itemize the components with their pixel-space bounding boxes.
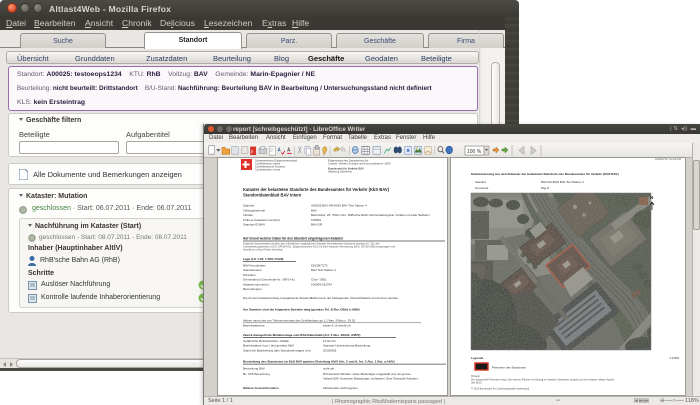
svg-text:100 %: 100 % xyxy=(467,149,482,155)
svg-text:betroffene in Bunt-Farbe hinte: betroffene in Bunt-Farbe hinterlegt. xyxy=(243,247,283,251)
svg-text:Parzellen: Parzellen xyxy=(243,273,256,277)
svg-text:B/Untersteht Werden: diese Bei: B/Untersteht Werden: diese Beilenlager e… xyxy=(323,372,411,376)
svg-text:Standortdatenblatt BAV Intern: Standortdatenblatt BAV Intern xyxy=(243,192,302,197)
svg-text:Standort-Untersuchung-Beurteil: Standort-Untersuchung-Beurteilung xyxy=(323,344,371,348)
svg-text:Vollzeit BAV Gutachter Beladun: Vollzeit BAV Gutachter Beladungen umfass… xyxy=(323,377,419,381)
svg-text:BAV: BAV xyxy=(311,208,317,212)
svg-text:BAV-GR-8029 BAV Test Station 4: BAV-GR-8029 BAV Test Station 4 xyxy=(541,180,584,184)
svg-text:Confederaziun svizra: Confederaziun svizra xyxy=(255,168,281,172)
svg-text:Frühere Katasternummer(n): Frühere Katasternummer(n) xyxy=(243,218,280,222)
svg-text:Inhaber: Inhaber xyxy=(243,213,253,217)
svg-text:A00025.BAV-GR-8029 BAV Test St: A00025.BAV-GR-8029 BAV Test Station 4 xyxy=(311,204,367,208)
svg-text:Rigi dr: Rigi dr xyxy=(541,186,549,190)
svg-text:Kataster der belasteten Stando: Kataster der belasteten Standorte des Bu… xyxy=(243,187,390,192)
svg-text:Katasternummer(n): Katasternummer(n) xyxy=(243,282,269,286)
svg-text:BAV-GR.: BAV-GR. xyxy=(311,223,323,227)
svg-text:Standortname: Standortname xyxy=(243,268,262,272)
svg-text:Zweck dazugehörte Meldevorlage: Zweck dazugehörte Meldevorlage zum BAV-D… xyxy=(243,333,360,337)
svg-text:Bv. KbS Bemerkung: Bv. KbS Bemerkung xyxy=(243,372,270,376)
svg-text:Auf Grund welcher Daten für de: Auf Grund welcher Daten für den Standort… xyxy=(243,237,344,241)
svg-text:GS-BAV-Nr. bs-bw.044: GS-BAV-Nr. bs-bw.044 xyxy=(655,158,682,161)
svg-text:© 2011 Bundesamt für Landestop: © 2011 Bundesamt für Landestopografie (s… xyxy=(471,388,529,391)
svg-text:bahnbetrieb nachzugeben: bahnbetrieb nachzugeben xyxy=(323,386,358,390)
svg-text:100009: 100009 xyxy=(311,218,321,222)
svg-text:nicht akt: nicht akt xyxy=(323,367,334,371)
svg-text:Der dargestellte Perimeter zei: Der dargestellte Perimeter zeigt, über w… xyxy=(471,379,615,382)
svg-text:1:2'500: 1:2'500 xyxy=(669,356,679,360)
svg-text:BAV Test Station 4: BAV Test Station 4 xyxy=(311,268,336,272)
svg-text:P: P xyxy=(251,149,254,154)
svg-text:Gemeinde: Gemeinde xyxy=(475,186,489,190)
svg-text:Perimeter des Standortes: Perimeter des Standortes xyxy=(492,366,527,370)
svg-text:Bemerkungen: Bemerkungen xyxy=(243,287,262,291)
svg-text:Betriebsdauer (von / bis) gemä: Betriebsdauer (von / bis) gemäss AltlV xyxy=(243,344,294,348)
svg-text:Vollzugsbehörde: Vollzugsbehörde xyxy=(243,208,266,212)
svg-text:Standort: Standort xyxy=(475,180,486,184)
svg-text:Legende: Legende xyxy=(471,356,484,360)
svg-text:Chur / 3901: Chur / 3901 xyxy=(311,278,327,282)
svg-text:Stand der Bearbeitung (des Sta: Stand der Bearbeitung (des Standorteintr… xyxy=(243,348,311,352)
svg-text:Beurteilung des Standortes im: Beurteilung des Standortes im KbS BAV ge… xyxy=(243,360,395,364)
svg-text:Aktiver name des von Teilnumme: Aktiver name des von Teilnummernbau des … xyxy=(243,319,356,323)
svg-text:N: N xyxy=(650,195,653,200)
svg-text:Abteilung Sicherheit: Abteilung Sicherheit xyxy=(328,170,352,174)
svg-text:Standort: Standort xyxy=(243,204,255,208)
svg-text:100009-232704: 100009-232704 xyxy=(311,282,332,286)
svg-text:Am Standort sind die folgenden: Am Standort sind die folgenden Betriebe … xyxy=(243,308,360,312)
svg-text:Beurteilung BAV: Beurteilung BAV xyxy=(243,367,265,371)
svg-text:Standort-ID BAV: Standort-ID BAV xyxy=(243,223,265,227)
svg-text:Gefährliche Betriebsstoffe / A: Gefährliche Betriebsstoffe / Abfälle xyxy=(243,339,289,343)
svg-text:(bei KbS).: (bei KbS). xyxy=(471,382,482,385)
svg-text:Umwelt, Verkehr, Energie und K: Umwelt, Verkehr, Energie und Kommunikati… xyxy=(328,162,391,166)
svg-text:Gemeinde(n) (Gemeinde-Nr. / BF: Gemeinde(n) (Gemeinde-Nr. / BFS-Nr.) xyxy=(243,278,295,282)
svg-text:A: A xyxy=(278,147,282,153)
svg-text:Lage (LK 1:25, 1:50/1:4'029): Lage (LK 1:25, 1:50/1:4'029) xyxy=(243,257,283,261)
svg-text:Betriebsadresse: Betriebsadresse xyxy=(243,324,265,328)
svg-text:Katasterauszug aus dem Kataste: Katasterauszug aus dem Kataster der bela… xyxy=(471,172,619,176)
svg-text:etwas 4.10 werde ch: etwas 4.10 werde ch xyxy=(323,324,351,328)
svg-text:BAV-Koordinaten: BAV-Koordinaten xyxy=(243,264,266,268)
svg-text:Weitere Auskunftsstellen: Weitere Auskunftsstellen xyxy=(243,386,279,390)
svg-text:629/287'273: 629/287'273 xyxy=(311,264,328,268)
svg-text:Die für den Katastereintrag ma: Die für den Katastereintrag massgebende … xyxy=(243,296,399,300)
svg-text:20100902: 20100902 xyxy=(323,348,337,352)
svg-text:Bahnhofstr. 25, 7002 Chur; RhB: Bahnhofstr. 25, 7002 Chur; RhB'sche Bahn… xyxy=(311,213,430,217)
svg-text:13.92 VO: 13.92 VO xyxy=(323,339,336,343)
svg-text:A: A xyxy=(287,147,291,153)
